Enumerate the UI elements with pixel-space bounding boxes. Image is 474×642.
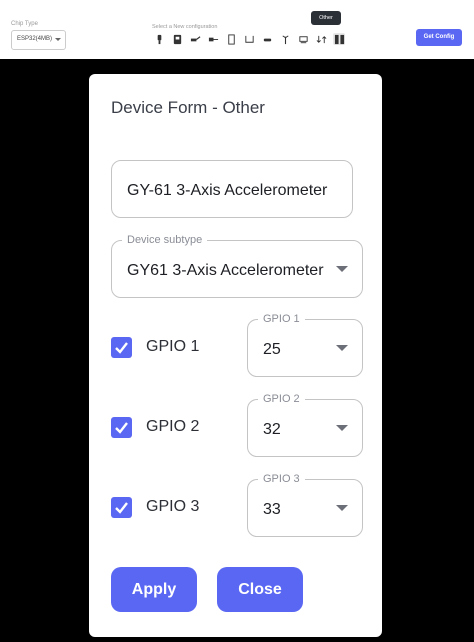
check-icon	[115, 422, 128, 434]
apply-button[interactable]: Apply	[111, 567, 197, 612]
get-config-button[interactable]: Get Config	[416, 29, 462, 46]
gpio-3-checkbox[interactable]	[111, 497, 132, 518]
other-icon[interactable]	[333, 33, 345, 45]
chevron-down-icon	[55, 38, 61, 41]
caret-down-icon	[336, 345, 348, 351]
device-subtype-label: Device subtype	[122, 233, 208, 247]
door-icon[interactable]	[225, 33, 237, 45]
caret-down-icon	[336, 266, 348, 272]
check-icon	[115, 342, 128, 354]
gpio-row: GPIO 1 GPIO 1 25	[111, 312, 363, 379]
light-icon[interactable]	[261, 33, 273, 45]
chip-type-value: ESP32(4MB)	[17, 36, 53, 42]
device-form-dialog: Device Form - Other GY-61 3-Axis Acceler…	[89, 74, 382, 637]
chip-type-label: Chip Type	[11, 21, 38, 27]
antenna-icon[interactable]	[279, 33, 291, 45]
device-subtype-value: GY61 3-Axis Accelerometer	[127, 262, 324, 279]
close-button[interactable]: Close	[217, 567, 303, 612]
caret-down-icon	[336, 505, 348, 511]
sensor-icon[interactable]	[153, 33, 165, 45]
gpio-1-checkbox[interactable]	[111, 337, 132, 358]
gpio-2-value: 32	[263, 421, 281, 438]
gpio-2-select[interactable]: GPIO 2 32	[247, 392, 363, 457]
config-icon-row	[153, 33, 345, 45]
gpio-3-label: GPIO 3	[146, 498, 200, 515]
top-toolbar: Chip Type ESP32(4MB) Select a New config…	[0, 0, 474, 62]
gpio-2-checkbox[interactable]	[111, 417, 132, 438]
gpio-row: GPIO 2 GPIO 2 32	[111, 392, 363, 459]
device-subtype-select[interactable]: Device subtype GY61 3-Axis Accelerometer	[111, 233, 363, 298]
device-name-input[interactable]: GY-61 3-Axis Accelerometer	[111, 160, 353, 218]
gpio-1-value: 25	[263, 341, 281, 358]
gpio-3-select-label: GPIO 3	[258, 472, 305, 486]
gpio-3-select[interactable]: GPIO 3 33	[247, 472, 363, 537]
gpio-1-label: GPIO 1	[146, 338, 200, 355]
box-icon[interactable]	[243, 33, 255, 45]
gpio-row: GPIO 3 GPIO 3 33	[111, 472, 363, 539]
board-icon[interactable]	[297, 33, 309, 45]
dialog-title: Device Form - Other	[111, 98, 265, 117]
gpio-2-label: GPIO 2	[146, 418, 200, 435]
gpio-2-select-label: GPIO 2	[258, 392, 305, 406]
caret-down-icon	[336, 425, 348, 431]
chip-type-select[interactable]: ESP32(4MB)	[11, 30, 66, 50]
check-icon	[115, 502, 128, 514]
gpio-3-value: 33	[263, 501, 281, 518]
swap-icon[interactable]	[315, 33, 327, 45]
other-tooltip: Other	[311, 11, 341, 25]
power-icon[interactable]	[207, 33, 219, 45]
config-label: Select a New configuration	[152, 24, 218, 30]
gpio-1-select-label: GPIO 1	[258, 312, 305, 326]
display-icon[interactable]	[171, 33, 183, 45]
gpio-1-select[interactable]: GPIO 1 25	[247, 312, 363, 377]
servo-icon[interactable]	[189, 33, 201, 45]
